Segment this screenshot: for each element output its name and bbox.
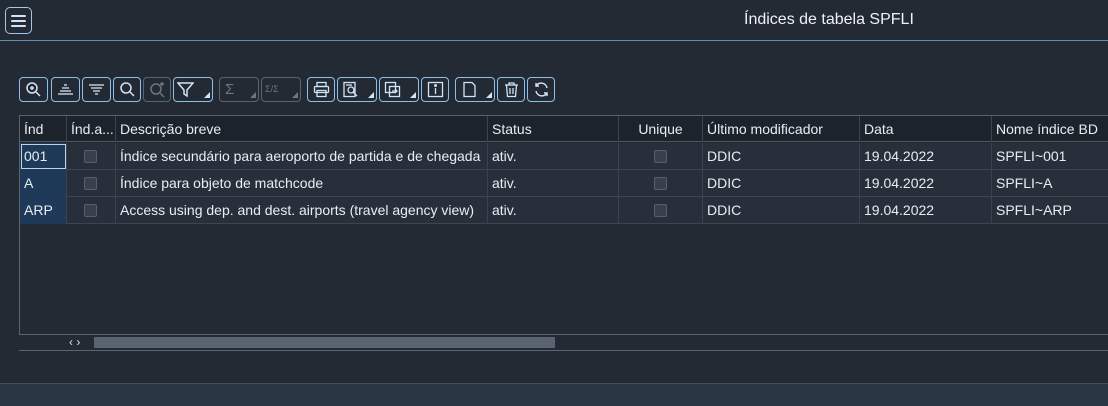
refresh-button[interactable] <box>527 76 555 102</box>
index-table: Índ Índ.a... Descrição breve Status Uniq… <box>19 115 1108 335</box>
cell-db-index-name[interactable]: SPFLI~001 <box>992 143 1108 170</box>
checkbox[interactable] <box>84 177 97 190</box>
column-header-unique[interactable]: Unique <box>619 116 703 142</box>
column-header-db-index-name[interactable]: Nome índice BD <box>992 116 1108 142</box>
cell-db-index-name[interactable]: SPFLI~ARP <box>992 197 1108 224</box>
dropdown-arrow-icon <box>410 91 416 98</box>
cell-description[interactable]: Índice para objeto de matchcode <box>116 170 488 197</box>
cell-ind-a <box>67 170 116 197</box>
cell-status[interactable]: ativ. <box>488 143 619 170</box>
cell-last-modifier[interactable]: DDIC <box>703 197 860 224</box>
export-icon <box>384 81 401 97</box>
subtotal-icon: Σ/Σ <box>265 84 279 94</box>
cell-ind[interactable]: A <box>20 170 67 197</box>
checkbox[interactable] <box>84 204 97 217</box>
column-header-ind[interactable]: Índ <box>20 116 67 142</box>
hamburger-menu-icon[interactable] <box>5 7 32 34</box>
print-preview-icon <box>343 81 358 97</box>
dropdown-arrow-icon <box>292 91 298 98</box>
filter-button[interactable] <box>173 76 213 102</box>
search-icon <box>119 81 135 97</box>
document-icon <box>463 81 476 97</box>
search-plus-icon <box>149 81 165 98</box>
info-icon <box>427 81 443 97</box>
column-header-description[interactable]: Descrição breve <box>116 116 488 142</box>
cell-description[interactable]: Índice secundário para aeroporto de part… <box>116 143 488 170</box>
cell-ind-a <box>67 143 116 170</box>
sort-descending-icon <box>89 83 104 95</box>
cell-ind-a <box>67 197 116 224</box>
refresh-icon <box>534 81 548 97</box>
horizontal-scrollbar[interactable]: ‹ › <box>19 335 1108 351</box>
column-header-last-modifier[interactable]: Último modificador <box>703 116 860 142</box>
cell-date[interactable]: 19.04.2022 <box>860 197 992 224</box>
table-row[interactable]: A Índice para objeto de matchcode ativ. … <box>20 170 1108 197</box>
print-preview-button[interactable] <box>337 76 377 102</box>
column-header-status[interactable]: Status <box>488 116 619 142</box>
filter-icon <box>177 81 194 97</box>
dropdown-arrow-icon <box>486 91 492 98</box>
cell-description[interactable]: Access using dep. and dest. airports (tr… <box>116 197 488 224</box>
print-button[interactable] <box>307 76 335 102</box>
cell-unique <box>619 143 703 170</box>
printer-icon <box>313 81 329 97</box>
sigma-icon: Σ <box>225 80 235 98</box>
cell-db-index-name[interactable]: SPFLI~A <box>992 170 1108 197</box>
total-button[interactable]: Σ <box>219 76 259 102</box>
cell-status[interactable]: ativ. <box>488 197 619 224</box>
unique-checkbox[interactable] <box>654 204 667 217</box>
cell-last-modifier[interactable]: DDIC <box>703 170 860 197</box>
cell-date[interactable]: 19.04.2022 <box>860 170 992 197</box>
details-button[interactable] <box>19 76 48 102</box>
cell-date[interactable]: 19.04.2022 <box>860 143 992 170</box>
trash-icon <box>504 81 518 97</box>
unique-checkbox[interactable] <box>654 150 667 163</box>
window-title: Índices de tabela SPFLI <box>744 11 914 28</box>
title-bar: Índices de tabela SPFLI <box>0 0 1108 41</box>
table-row[interactable]: ARP Access using dep. and dest. airports… <box>20 197 1108 224</box>
dropdown-arrow-icon <box>204 91 210 98</box>
dropdown-arrow-icon <box>250 91 256 98</box>
cell-ind[interactable]: 001 <box>20 143 67 170</box>
info-button[interactable] <box>421 76 449 102</box>
unique-checkbox[interactable] <box>654 177 667 190</box>
cell-status[interactable]: ativ. <box>488 170 619 197</box>
subtotal-button[interactable]: Σ/Σ <box>261 76 301 102</box>
find-next-button[interactable] <box>143 76 171 102</box>
footer-bar <box>0 383 1108 406</box>
scroll-arrows-icon[interactable]: ‹ › <box>69 335 80 349</box>
sort-ascending-button[interactable] <box>51 76 80 102</box>
column-header-date[interactable]: Data <box>860 116 992 142</box>
cell-ind[interactable]: ARP <box>20 197 67 224</box>
sort-ascending-icon <box>58 83 73 95</box>
table-row[interactable]: 001 Índice secundário para aeroporto de … <box>20 143 1108 170</box>
cell-unique <box>619 170 703 197</box>
find-button[interactable] <box>113 76 141 102</box>
dropdown-arrow-icon <box>368 91 374 98</box>
export-button[interactable] <box>379 76 419 102</box>
layout-button[interactable] <box>455 76 495 102</box>
cell-last-modifier[interactable]: DDIC <box>703 143 860 170</box>
checkbox[interactable] <box>84 150 97 163</box>
magnifier-detail-icon <box>26 81 41 97</box>
alv-toolbar: Σ Σ/Σ <box>19 76 555 102</box>
table-header: Índ Índ.a... Descrição breve Status Uniq… <box>20 116 1108 142</box>
sort-descending-button[interactable] <box>82 76 111 102</box>
cell-unique <box>619 197 703 224</box>
delete-button[interactable] <box>497 76 525 102</box>
column-header-ind-a[interactable]: Índ.a... <box>67 116 116 142</box>
scrollbar-thumb[interactable] <box>94 337 555 348</box>
